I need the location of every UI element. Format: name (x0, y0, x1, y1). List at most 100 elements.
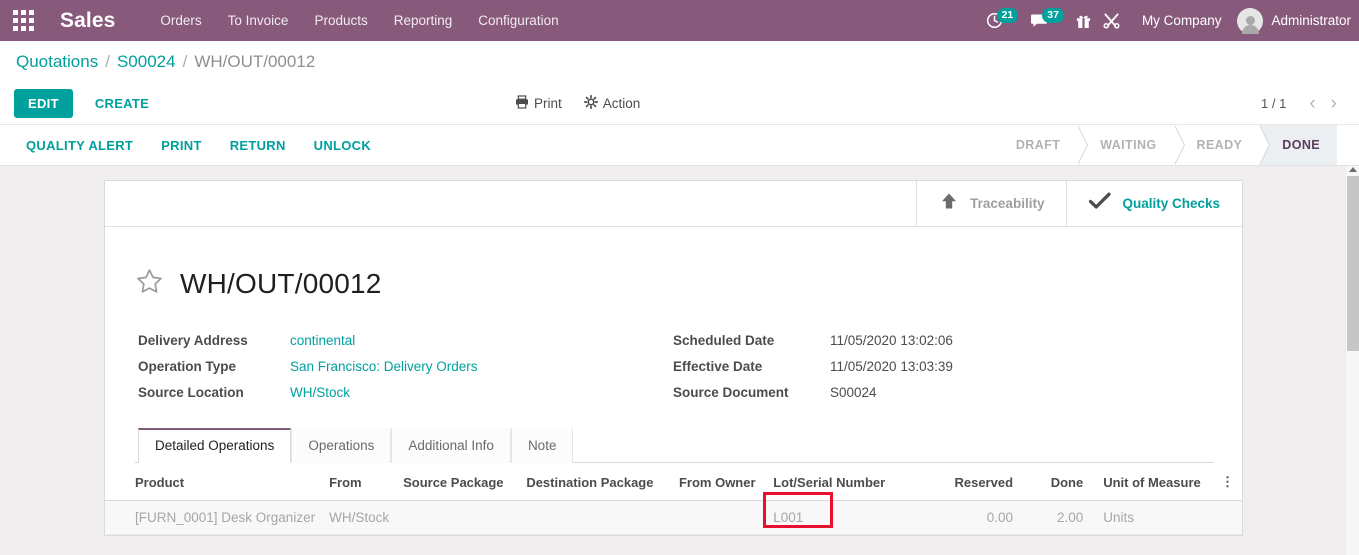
vertical-dots-icon[interactable]: ⋮ (1214, 463, 1242, 501)
avatar (1237, 7, 1264, 34)
smart-button-traceability[interactable]: Traceability (916, 181, 1066, 226)
breadcrumb-item-current: WH/OUT/00012 (194, 51, 316, 71)
company-switcher[interactable]: My Company (1142, 13, 1222, 28)
tab-note[interactable]: Note (510, 428, 574, 463)
stage-waiting[interactable]: WAITING (1077, 125, 1185, 165)
notebook: Detailed Operations Operations Additiona… (135, 428, 1214, 463)
pager-count: 1 / 1 (1261, 95, 1287, 111)
navbar-right-tools: 21 37 My Company Administrator (980, 0, 1351, 41)
action-label: Action (602, 95, 641, 111)
notebook-tabs: Detailed Operations Operations Additiona… (135, 428, 1214, 463)
edit-button[interactable]: EDIT (14, 88, 73, 118)
apps-menu-button[interactable] (0, 0, 46, 41)
gift-icon (1076, 13, 1091, 29)
tab-detailed-operations[interactable]: Detailed Operations (138, 428, 292, 463)
field-label-operation-type: Operation Type (138, 359, 237, 374)
check-icon (1089, 192, 1112, 215)
unlock-button[interactable]: UNLOCK (304, 132, 381, 159)
chevron-left-icon[interactable]: ‹ (1303, 94, 1321, 113)
column-header-unit-of-measure[interactable]: Unit of Measure (1091, 463, 1215, 501)
quality-alert-button[interactable]: QUALITY ALERT (16, 132, 143, 159)
print-label: Print (534, 95, 562, 111)
cell-from[interactable]: WH/Stock (323, 500, 398, 535)
breadcrumb-separator: / (182, 51, 188, 71)
field-value-operation-type[interactable]: San Francisco: Delivery Orders (290, 359, 673, 374)
field-groups: Delivery Address continental Operation T… (135, 333, 1214, 400)
gear-icon (583, 94, 598, 112)
cell-from-owner[interactable] (672, 500, 768, 535)
user-name-label: Administrator (1271, 13, 1351, 28)
top-navbar: Sales Orders To Invoice Products Reporti… (0, 0, 1359, 41)
table-header-row: Product From Source Package Destination … (105, 463, 1242, 501)
scrollbar-thumb[interactable] (1347, 176, 1359, 351)
field-label-delivery-address: Delivery Address (138, 333, 248, 348)
pager: 1 / 1 ‹ › (1261, 94, 1343, 113)
smart-button-box: Traceability Quality Checks (105, 181, 1242, 227)
field-value-effective-date[interactable]: 11/05/2020 13:03:39 (830, 359, 953, 374)
menu-item-to-invoice[interactable]: To Invoice (215, 0, 302, 41)
column-header-done[interactable]: Done (1021, 463, 1092, 501)
record-title-row: WH/OUT/00012 (135, 267, 1214, 301)
smart-button-label: Traceability (970, 196, 1045, 211)
developer-tools-menu[interactable] (1103, 12, 1120, 29)
tab-additional-info[interactable]: Additional Info (391, 428, 511, 463)
return-button[interactable]: RETURN (220, 132, 296, 159)
user-menu[interactable]: Administrator (1237, 7, 1351, 34)
menu-item-products[interactable]: Products (301, 0, 380, 41)
column-header-destination-package[interactable]: Destination Package (520, 463, 673, 501)
table-row[interactable]: [FURN_0001] Desk Organizer WH/Stock L001… (105, 492, 1242, 535)
menu-item-configuration[interactable]: Configuration (465, 0, 571, 41)
vertical-scrollbar[interactable] (1345, 166, 1359, 555)
stage-done[interactable]: DONE (1259, 125, 1337, 165)
control-panel: Quotations / S00024 / WH/OUT/00012 EDIT … (0, 41, 1359, 125)
cell-done[interactable]: 2.00 (1021, 500, 1092, 535)
gift-menu-button[interactable] (1076, 13, 1091, 29)
action-dropdown[interactable]: Action (583, 94, 641, 112)
menu-item-reporting[interactable]: Reporting (381, 0, 466, 41)
status-bar: QUALITY ALERT PRINT RETURN UNLOCK DRAFT … (0, 125, 1359, 166)
breadcrumb-item-quotations[interactable]: Quotations (16, 52, 98, 72)
stage-draft[interactable]: DRAFT (997, 125, 1089, 165)
app-brand-name[interactable]: Sales (46, 9, 127, 33)
messages-menu[interactable]: 37 (1030, 8, 1064, 29)
breadcrumb: Quotations / S00024 / WH/OUT/00012 (0, 41, 1359, 82)
column-header-lot-serial-number[interactable]: Lot/Serial Number (767, 463, 922, 501)
main-menu: Orders To Invoice Products Reporting Con… (147, 0, 571, 41)
star-outline-icon[interactable] (135, 267, 164, 301)
form-sheet: Traceability Quality Checks WH/OUT/00012… (104, 180, 1243, 536)
menu-item-orders[interactable]: Orders (147, 0, 214, 41)
activities-menu[interactable]: 21 (986, 8, 1019, 29)
column-header-from[interactable]: From (323, 463, 398, 501)
field-group-right: Scheduled Date 11/05/2020 13:02:06 Effec… (673, 333, 953, 400)
status-bar-buttons: QUALITY ALERT PRINT RETURN UNLOCK (0, 132, 389, 159)
breadcrumb-item-s00024[interactable]: S00024 (117, 52, 176, 72)
cell-destination-package[interactable] (520, 500, 673, 535)
cell-reserved[interactable]: 0.00 (921, 500, 1022, 535)
tab-operations[interactable]: Operations (291, 428, 392, 463)
cell-product[interactable]: [FURN_0001] Desk Organizer (105, 500, 324, 535)
field-value-source-location[interactable]: WH/Stock (290, 385, 673, 400)
page-title: WH/OUT/00012 (180, 268, 382, 299)
cell-lot-serial-value: L001 (773, 510, 804, 525)
column-header-from-owner[interactable]: From Owner (672, 463, 768, 501)
field-value-source-document[interactable]: S00024 (830, 385, 953, 400)
stage-ready[interactable]: READY (1173, 125, 1271, 165)
create-button[interactable]: CREATE (87, 90, 157, 117)
chevron-right-icon[interactable]: › (1325, 94, 1343, 113)
caret-up-icon[interactable] (1349, 167, 1357, 172)
print-button[interactable]: PRINT (151, 132, 212, 159)
field-value-delivery-address[interactable]: continental (290, 333, 673, 348)
cell-unit-of-measure[interactable]: Units (1091, 500, 1215, 535)
field-label-source-document: Source Document (673, 385, 789, 400)
print-dropdown[interactable]: Print (515, 94, 562, 112)
column-header-reserved[interactable]: Reserved (921, 463, 1022, 501)
column-header-product[interactable]: Product (105, 463, 324, 501)
column-header-source-package[interactable]: Source Package (397, 463, 521, 501)
field-value-scheduled-date[interactable]: 11/05/2020 13:02:06 (830, 333, 953, 348)
smart-button-quality-checks[interactable]: Quality Checks (1066, 181, 1242, 226)
cell-source-package[interactable] (397, 500, 521, 535)
cell-lot-serial-number[interactable]: L001 (763, 492, 922, 535)
breadcrumb-separator: / (105, 51, 110, 71)
apps-grid-icon (12, 10, 34, 31)
detailed-operations-table: Product From Source Package Destination … (105, 463, 1242, 535)
